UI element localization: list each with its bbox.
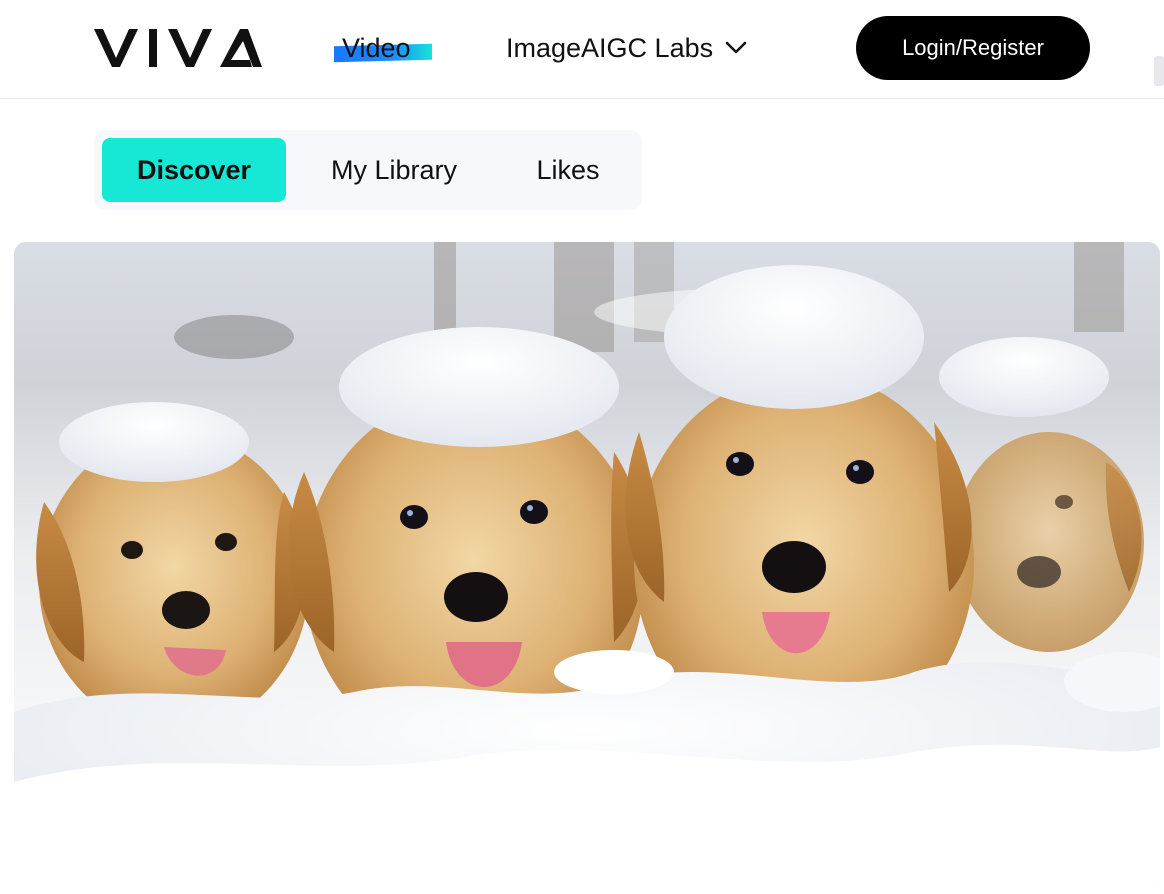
nav-video-label: Video xyxy=(342,32,411,63)
featured-video-thumbnail[interactable] xyxy=(14,242,1160,888)
chevron-down-icon xyxy=(725,41,747,54)
nav-video-link[interactable]: Video xyxy=(334,28,432,68)
tab-my-library[interactable]: My Library xyxy=(306,138,482,202)
tab-discover[interactable]: Discover xyxy=(102,138,286,202)
library-tab-bar: Discover My Library Likes xyxy=(94,130,642,210)
nav-labs-dropdown[interactable]: ImageAIGC Labs xyxy=(506,28,747,68)
nav-labs-label: ImageAIGC Labs xyxy=(506,32,714,63)
top-navigation-bar: Video ImageAIGC Labs Login/Register xyxy=(0,0,1164,99)
login-register-button[interactable]: Login/Register xyxy=(856,16,1090,80)
scrollbar-handle[interactable] xyxy=(1154,56,1164,86)
puppies-in-snow-illustration xyxy=(14,242,1160,888)
viva-logo[interactable] xyxy=(94,27,262,68)
tab-likes[interactable]: Likes xyxy=(518,138,618,202)
